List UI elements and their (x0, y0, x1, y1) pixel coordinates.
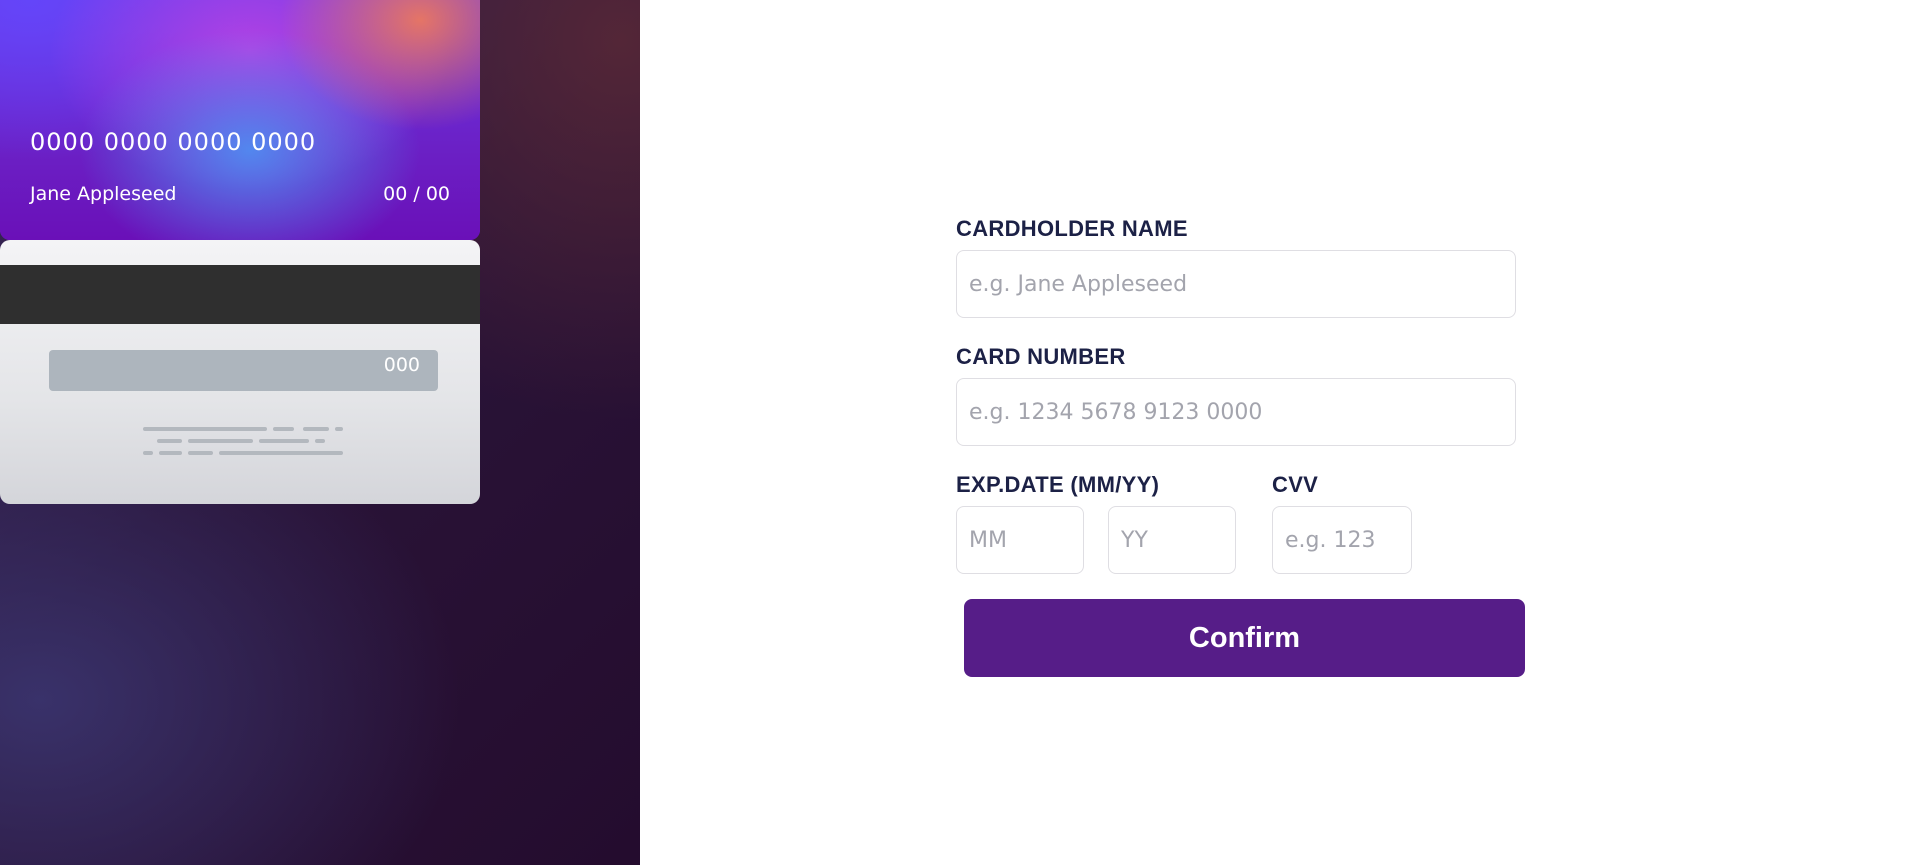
cvv-label: CVV (1272, 472, 1319, 497)
cardholder-name-input[interactable] (956, 250, 1516, 318)
expiry-date-display: 00 / 00 (383, 183, 450, 205)
card-fine-print (0, 240, 480, 504)
card-back-preview: 000 (0, 240, 480, 504)
expiry-month-input[interactable] (956, 506, 1084, 574)
card-number-input[interactable] (956, 378, 1516, 446)
expiry-year-input[interactable] (1108, 506, 1236, 574)
card-front-preview: 0000 0000 0000 0000 Jane Appleseed 00 / … (0, 0, 480, 240)
decorative-side-panel: 0000 0000 0000 0000 Jane Appleseed 00 / … (0, 0, 640, 865)
card-number-label: CARD NUMBER (956, 344, 1126, 369)
expiry-date-label: EXP.DATE (MM/YY) (956, 472, 1160, 497)
cvv-input[interactable] (1272, 506, 1412, 574)
card-number-display: 0000 0000 0000 0000 (30, 128, 317, 156)
confirm-button[interactable]: Confirm (964, 599, 1525, 677)
cardholder-name-label: CARDHOLDER NAME (956, 216, 1188, 241)
cardholder-name-display: Jane Appleseed (30, 183, 177, 205)
